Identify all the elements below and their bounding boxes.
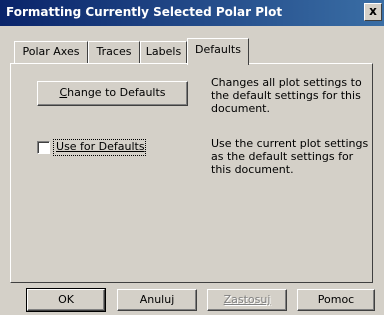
- dialog-window: Formatting Currently Selected Polar Plot…: [0, 0, 384, 315]
- tab-labels[interactable]: Labels: [140, 41, 187, 63]
- tab-label: Defaults: [195, 43, 241, 56]
- change-button-accel: C: [59, 86, 68, 99]
- tab-polar-axes[interactable]: Polar Axes: [14, 41, 88, 63]
- ok-button[interactable]: OK: [26, 288, 106, 312]
- change-button-label: hange to Defaults: [67, 86, 166, 99]
- close-button[interactable]: x: [364, 3, 382, 21]
- close-icon: x: [369, 4, 377, 18]
- cancel-button[interactable]: Anuluj: [117, 289, 197, 311]
- help-button[interactable]: Pomoc: [297, 289, 375, 311]
- change-description: Changes all plot settings to the default…: [211, 76, 362, 115]
- tab-traces[interactable]: Traces: [88, 41, 140, 63]
- use-description: Use the current plot settings as the def…: [211, 137, 369, 176]
- title-bar[interactable]: Formatting Currently Selected Polar Plot…: [0, 0, 384, 26]
- change-to-defaults-button[interactable]: Change to Defaults: [37, 81, 188, 106]
- tab-defaults[interactable]: Defaults: [187, 38, 249, 65]
- tab-label: Traces: [96, 45, 132, 58]
- tab-label: Polar Axes: [22, 45, 80, 58]
- tab-label: Labels: [145, 45, 182, 58]
- use-for-defaults-label[interactable]: Use for Defaults: [56, 140, 145, 153]
- use-for-defaults-checkbox[interactable]: [37, 141, 50, 154]
- apply-button[interactable]: Zastosuj: [207, 289, 287, 311]
- dialog-title: Formatting Currently Selected Polar Plot: [6, 5, 283, 19]
